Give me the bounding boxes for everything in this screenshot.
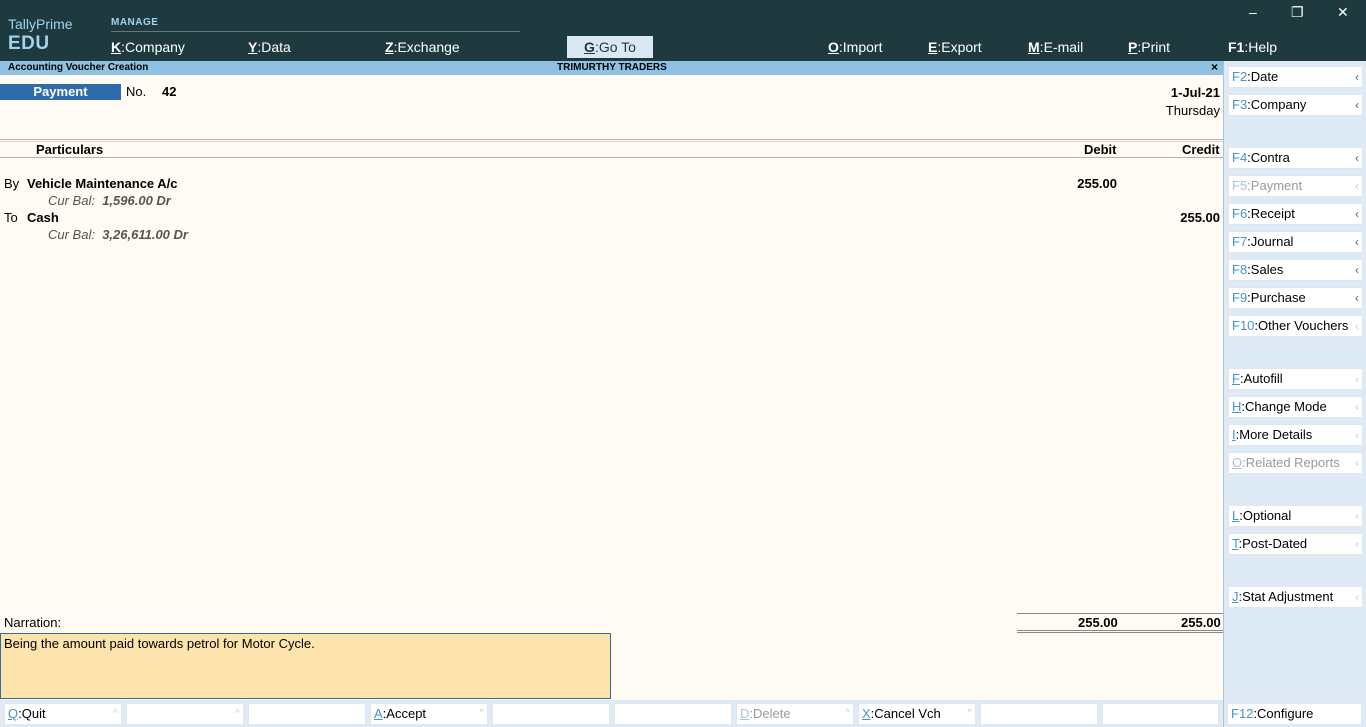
chevron-left-icon: ‹ — [1355, 263, 1359, 277]
column-header-particulars: Particulars — [36, 142, 104, 157]
voucher-number[interactable]: 42 — [162, 84, 176, 99]
chevron-left-icon: ‹ — [1355, 590, 1359, 604]
empty-bottom-button[interactable] — [614, 703, 732, 725]
contra-button[interactable]: F4:Contra ‹ — [1228, 147, 1363, 169]
top-menu-bar: TallyPrime EDU MANAGE K:Company Y:Data Z… — [0, 0, 1366, 61]
menu-data[interactable]: Y:Data — [248, 39, 291, 55]
menu-import[interactable]: O:Import — [828, 39, 882, 55]
more-details-button[interactable]: I:More Details ‹ — [1228, 424, 1363, 446]
entry-current-balance: Cur Bal: 3,26,611.00 Dr — [48, 227, 188, 242]
caret-up-icon: ^ — [479, 708, 484, 719]
entry-ledger-name[interactable]: Cash — [27, 210, 59, 225]
caret-up-icon: ^ — [845, 708, 850, 719]
narration-label: Narration: — [4, 615, 62, 630]
chevron-left-icon: ‹ — [1355, 319, 1359, 333]
column-header-debit: Debit — [1084, 142, 1117, 157]
company-button[interactable]: F3:Company ‹ — [1228, 94, 1363, 116]
chevron-left-icon: ‹ — [1355, 428, 1359, 442]
close-window-icon[interactable]: ✕ — [1337, 4, 1349, 21]
quit-button[interactable]: Q:Quit ^ — [4, 703, 122, 725]
voucher-number-label: No. — [126, 84, 147, 99]
column-header-divider — [0, 157, 1223, 158]
chevron-left-icon: ‹ — [1355, 70, 1359, 84]
screen-title: Accounting Voucher Creation — [8, 62, 149, 73]
delete-button[interactable]: D:Delete ^ — [736, 703, 854, 725]
app-brand-edition: EDU — [8, 33, 50, 54]
voucher-area: Payment No. 42 1-Jul-21 Thursday Particu… — [0, 75, 1223, 699]
menu-exchange[interactable]: Z:Exchange — [385, 39, 460, 55]
minimize-icon[interactable]: – — [1249, 4, 1257, 20]
empty-bottom-button[interactable] — [1102, 703, 1219, 725]
entry-ledger-name[interactable]: Vehicle Maintenance A/c — [27, 176, 178, 191]
entry-dr-cr-prefix[interactable]: By — [4, 176, 19, 191]
narration-field[interactable]: Being the amount paid towards petrol for… — [0, 633, 611, 699]
caret-up-icon: ^ — [235, 708, 240, 719]
menu-company[interactable]: K:Company — [111, 39, 185, 55]
date-button[interactable]: F2:Date ‹ — [1228, 66, 1363, 88]
purchase-button[interactable]: F9:Purchase ‹ — [1228, 287, 1363, 309]
close-screen-icon[interactable]: × — [1211, 60, 1218, 74]
cancel-voucher-button[interactable]: X:Cancel Vch ^ — [858, 703, 976, 725]
chevron-left-icon: ‹ — [1355, 456, 1359, 470]
menu-group-label: MANAGE — [111, 17, 159, 28]
menu-email[interactable]: M:E-mail — [1028, 39, 1083, 55]
header-divider — [0, 141, 1223, 142]
entry-dr-cr-prefix[interactable]: To — [4, 210, 18, 225]
restore-icon[interactable]: ❐ — [1291, 4, 1304, 21]
menu-group-divider — [111, 31, 520, 32]
chevron-left-icon: ‹ — [1355, 509, 1359, 523]
chevron-left-icon: ‹ — [1355, 400, 1359, 414]
voucher-type-badge[interactable]: Payment — [0, 84, 121, 100]
journal-button[interactable]: F7:Journal ‹ — [1228, 231, 1363, 253]
screen-title-strip: Accounting Voucher Creation TRIMURTHY TR… — [0, 60, 1223, 75]
other-vouchers-button[interactable]: F10:Other Vouchers ‹ — [1228, 315, 1363, 337]
empty-bottom-button[interactable]: ^ — [126, 703, 244, 725]
accept-button[interactable]: A:Accept ^ — [370, 703, 488, 725]
app-brand-name: TallyPrime — [8, 16, 73, 32]
chevron-left-icon: ‹ — [1355, 151, 1359, 165]
change-mode-button[interactable]: H:Change Mode ‹ — [1228, 396, 1363, 418]
menu-help[interactable]: F1:Help — [1228, 39, 1277, 55]
voucher-date[interactable]: 1-Jul-21 — [1171, 85, 1220, 100]
company-name: TRIMURTHY TRADERS — [557, 62, 667, 73]
voucher-day: Thursday — [1165, 103, 1220, 118]
caret-up-icon: ^ — [967, 708, 972, 719]
right-button-panel: F2:Date ‹ F3:Company ‹ F4:Contra ‹ F5:Payme… — [1223, 61, 1366, 727]
menu-export[interactable]: E:Export — [928, 39, 982, 55]
totals-divider — [1017, 632, 1223, 633]
entry-current-balance: Cur Bal: 1,596.00 Dr — [48, 193, 171, 208]
menu-goto[interactable]: G:Go To — [567, 36, 653, 58]
total-credit: 255.00 — [1181, 615, 1221, 630]
total-debit: 255.00 — [1078, 615, 1118, 630]
totals-divider — [1017, 613, 1223, 614]
related-reports-button[interactable]: O:Related Reports ‹ — [1228, 452, 1363, 474]
chevron-left-icon: ‹ — [1355, 207, 1359, 221]
caret-up-icon: ^ — [113, 708, 118, 719]
post-dated-button[interactable]: T:Post-Dated ‹ — [1228, 533, 1363, 555]
payment-button[interactable]: F5:Payment ‹ — [1228, 175, 1363, 197]
menu-print[interactable]: P:Print — [1128, 39, 1170, 55]
chevron-left-icon: ‹ — [1355, 291, 1359, 305]
optional-button[interactable]: L:Optional ‹ — [1228, 505, 1363, 527]
entry-credit-amount[interactable]: 255.00 — [1180, 210, 1220, 225]
chevron-left-icon: ‹ — [1355, 98, 1359, 112]
stat-adjustment-button[interactable]: J:Stat Adjustment ‹ — [1228, 586, 1363, 608]
header-divider — [0, 139, 1223, 140]
chevron-left-icon: ‹ — [1355, 235, 1359, 249]
bottom-button-bar: Q:Quit ^ ^ A:Accept ^ D:Delete ^ X:Cancel V… — [0, 700, 1223, 727]
column-header-credit: Credit — [1182, 142, 1220, 157]
autofill-button[interactable]: F:Autofill ‹ — [1228, 368, 1363, 390]
sales-button[interactable]: F8:Sales ‹ — [1228, 259, 1363, 281]
empty-bottom-button[interactable] — [492, 703, 610, 725]
empty-bottom-button[interactable] — [248, 703, 366, 725]
chevron-left-icon: ‹ — [1355, 537, 1359, 551]
receipt-button[interactable]: F6:Receipt ‹ — [1228, 203, 1363, 225]
empty-bottom-button[interactable] — [980, 703, 1098, 725]
entry-debit-amount[interactable]: 255.00 — [1077, 176, 1117, 191]
totals-divider — [1017, 630, 1223, 631]
chevron-left-icon: ‹ — [1355, 179, 1359, 193]
configure-button[interactable]: F12:Configure — [1227, 703, 1362, 725]
chevron-left-icon: ‹ — [1355, 372, 1359, 386]
